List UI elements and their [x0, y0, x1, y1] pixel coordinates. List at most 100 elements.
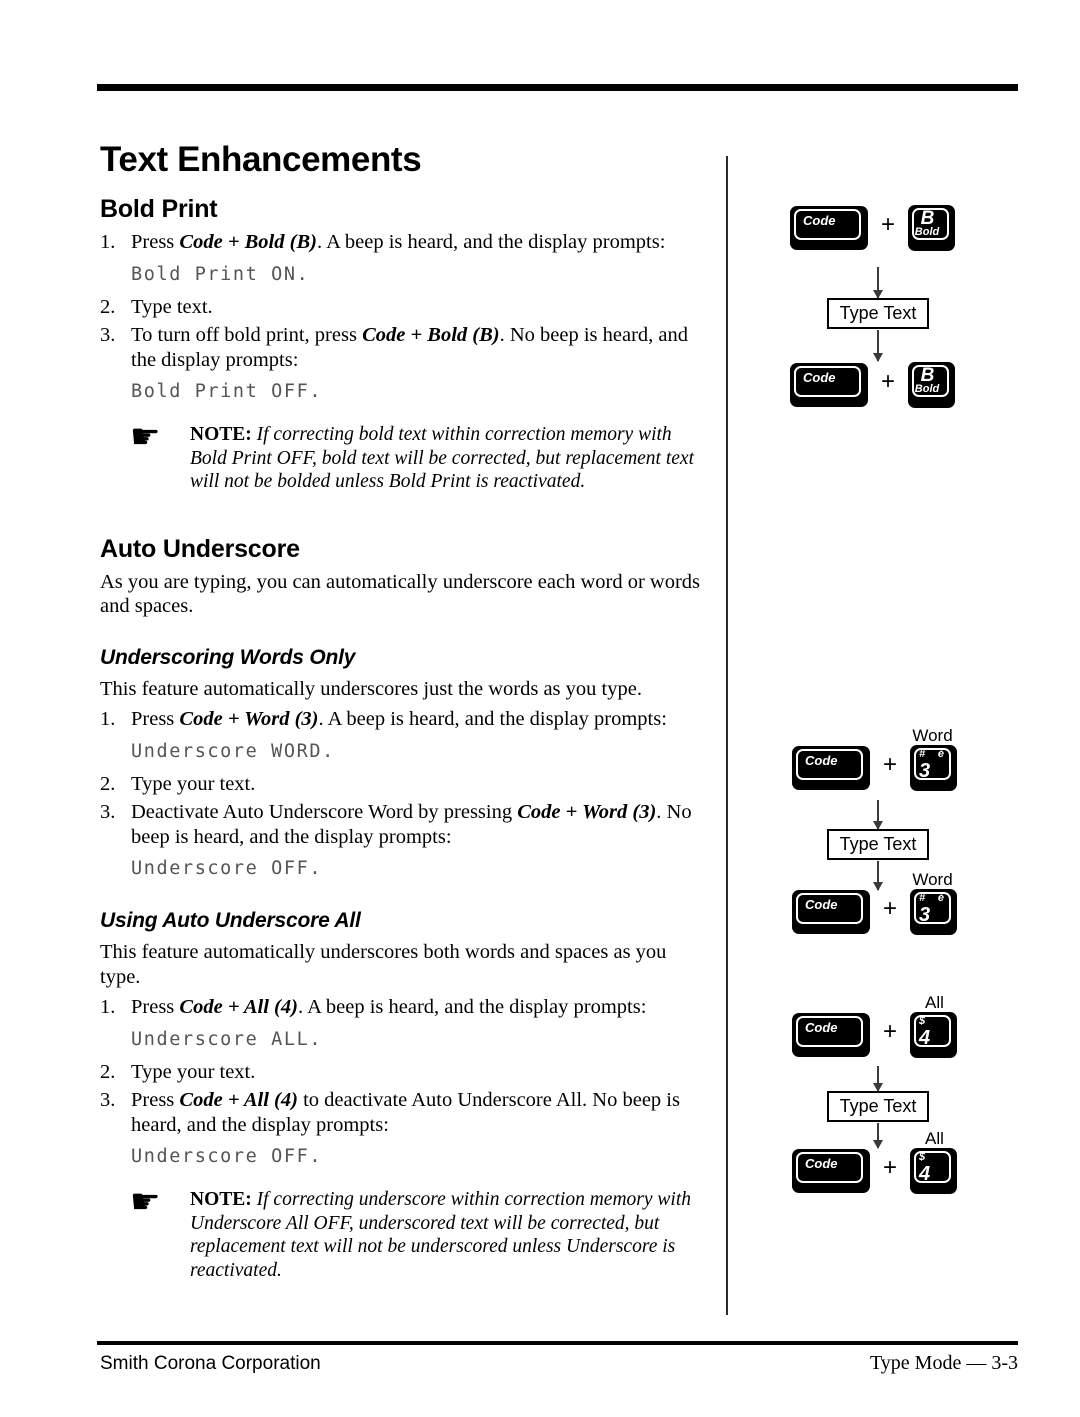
key-combo-row: Code + B Bold — [790, 205, 956, 251]
code-key-label: Code — [803, 213, 836, 228]
manual-page: Text Enhancements Bold Print 1. Press Co… — [0, 0, 1080, 1417]
note-block-underscore: ☛ NOTE: If correcting underscore within … — [130, 1184, 710, 1282]
code-key: Code — [792, 890, 870, 934]
diagram-underscore-all-on: Code + $ ˙ 4 — [792, 1012, 958, 1058]
note-text: NOTE: If correcting underscore within co… — [190, 1188, 710, 1282]
note-body-text: If correcting underscore within correcti… — [190, 1189, 691, 1281]
step-text: Type text. — [131, 295, 213, 318]
type-text-box: Type Text — [827, 1091, 929, 1122]
step-number: 1. — [100, 231, 116, 253]
key-combo: Code + Bold (B) — [362, 324, 500, 346]
steps-underscore-word: 1. Press Code + Word (3). A beep is hear… — [100, 707, 710, 732]
step-text-pre: Press — [131, 1089, 180, 1111]
note-label: NOTE: — [190, 424, 252, 445]
bold-key-label: Bold — [914, 383, 940, 395]
key-combo-row: Code + $ ˙ 4 — [792, 1148, 958, 1194]
bold-key: B Bold — [908, 362, 956, 408]
step-number: 1. — [100, 708, 116, 730]
flow-arrow-down — [873, 1066, 883, 1092]
steps-underscore-all-2: 2. Type your text. 3. Press Code + All (… — [100, 1060, 710, 1138]
step-text-pre: Press — [131, 231, 180, 253]
step-text: Press Code + Word (3). A beep is heard, … — [131, 707, 710, 732]
step-text-pre: Press — [131, 708, 180, 730]
step-text: Type your text. — [131, 772, 256, 795]
diagram-bold-print: Code + B Bold — [790, 205, 956, 251]
all-key: $ ˙ 4 — [910, 1012, 958, 1058]
display-prompt: Underscore OFF. — [131, 1146, 323, 1167]
all-key-symbol-accent: ˙ — [940, 1151, 945, 1163]
step-text-pre: Deactivate Auto Underscore Word by press… — [131, 801, 518, 823]
diagram-underscore-word-on: Code + # é 3 — [792, 745, 958, 791]
code-key: Code — [792, 746, 870, 790]
code-key: Code — [790, 206, 868, 250]
step-text: Deactivate Auto Underscore Word by press… — [131, 800, 710, 849]
step-number: 3. — [100, 801, 116, 823]
word-key-symbol-hash: # — [919, 892, 926, 904]
key-combo: Code + Word (3) — [179, 708, 319, 730]
code-key-label: Code — [805, 1020, 838, 1035]
code-key-label: Code — [803, 370, 836, 385]
step-text: To turn off bold print, press Code + Bol… — [131, 323, 710, 372]
page-title: Text Enhancements — [100, 140, 422, 179]
note-body-text: If correcting bold text within correctio… — [190, 424, 694, 492]
list-item: 1. Press Code + Bold (B). A beep is hear… — [100, 230, 710, 255]
diagram-underscore-word-off: Code + # é 3 — [792, 889, 958, 935]
step-text-pre: Press — [131, 996, 180, 1018]
plus-sign: + — [881, 211, 896, 238]
word-key: # é 3 — [910, 745, 958, 791]
step-text: Press Code + All (4) to deactivate Auto … — [131, 1088, 710, 1137]
footer-page-reference: Type Mode — 3-3 — [869, 1352, 1018, 1374]
list-item: 2. Type your text. — [100, 772, 710, 797]
key-combo: Code + All (4) — [179, 1089, 298, 1111]
bold-key-label: Bold — [914, 226, 940, 238]
display-prompt: Underscore ALL. — [131, 1028, 323, 1050]
display-prompt: Underscore WORD. — [131, 740, 335, 762]
footer-company: Smith Corona Corporation — [100, 1353, 321, 1374]
subsection-intro: This feature automatically underscores b… — [100, 941, 667, 988]
list-item: 3. To turn off bold print, press Code + … — [100, 323, 710, 372]
step-text: Press Code + Bold (B). A beep is heard, … — [131, 230, 710, 255]
subsection-heading-underscoring-words-only: Underscoring Words Only — [100, 645, 356, 669]
text-column: Text Enhancements Bold Print 1. Press Co… — [100, 140, 710, 1282]
list-item: 2. Type text. — [100, 295, 710, 320]
word-key-top-label: Word — [912, 726, 953, 745]
word-key-symbol-hash: # — [919, 748, 926, 760]
step-text-post: . A beep is heard, and the display promp… — [318, 708, 667, 730]
step-number: 2. — [100, 295, 116, 318]
code-key-label: Code — [805, 753, 838, 768]
code-key: Code — [790, 363, 868, 407]
plus-sign: + — [881, 368, 896, 395]
plus-sign: + — [883, 1154, 898, 1181]
code-key: Code — [792, 1013, 870, 1057]
pointing-hand-icon: ☛ — [130, 1184, 161, 1221]
step-number: 2. — [100, 772, 116, 795]
section-heading-auto-underscore: Auto Underscore — [100, 534, 300, 563]
key-combo-row: Code + # é 3 — [792, 889, 958, 935]
all-key-number: 4 — [919, 1163, 931, 1185]
key-combo-row: Code + # é 3 — [792, 745, 958, 791]
list-item: 1. Press Code + All (4). A beep is heard… — [100, 995, 710, 1020]
page-footer: Smith Corona Corporation Type Mode — 3-3 — [100, 1352, 1018, 1375]
diagram-underscore-all-off: Code + $ ˙ 4 — [792, 1148, 958, 1194]
steps-underscore-word-2: 2. Type your text. 3. Deactivate Auto Un… — [100, 772, 710, 850]
subsection-intro: This feature automatically underscores j… — [100, 677, 642, 700]
plus-sign: + — [883, 1018, 898, 1045]
word-key-top-label: Word — [912, 870, 953, 889]
all-key-top-label: All — [925, 993, 944, 1012]
diagram-bold-print-off: Code + B Bold — [790, 362, 956, 408]
note-text: NOTE: If correcting bold text within cor… — [190, 423, 710, 494]
all-key-symbol-dollar: $ — [919, 1151, 926, 1163]
flow-arrow-down — [873, 1123, 883, 1149]
display-prompt: Bold Print ON. — [131, 263, 310, 285]
list-item: 1. Press Code + Word (3). A beep is hear… — [100, 707, 710, 732]
step-text-post: . A beep is heard, and the display promp… — [297, 996, 647, 1018]
flow-arrow-down — [873, 267, 883, 299]
step-number: 3. — [100, 324, 116, 346]
steps-bold-print-2: 2. Type text. 3. To turn off bold print,… — [100, 295, 710, 373]
flow-arrow-down — [873, 861, 883, 891]
bold-key: B Bold — [908, 205, 956, 251]
step-number: 3. — [100, 1089, 116, 1111]
step-text-pre: To turn off bold print, press — [131, 324, 363, 346]
key-combo: Code + Bold (B) — [179, 231, 317, 253]
all-key-number: 4 — [919, 1027, 931, 1049]
